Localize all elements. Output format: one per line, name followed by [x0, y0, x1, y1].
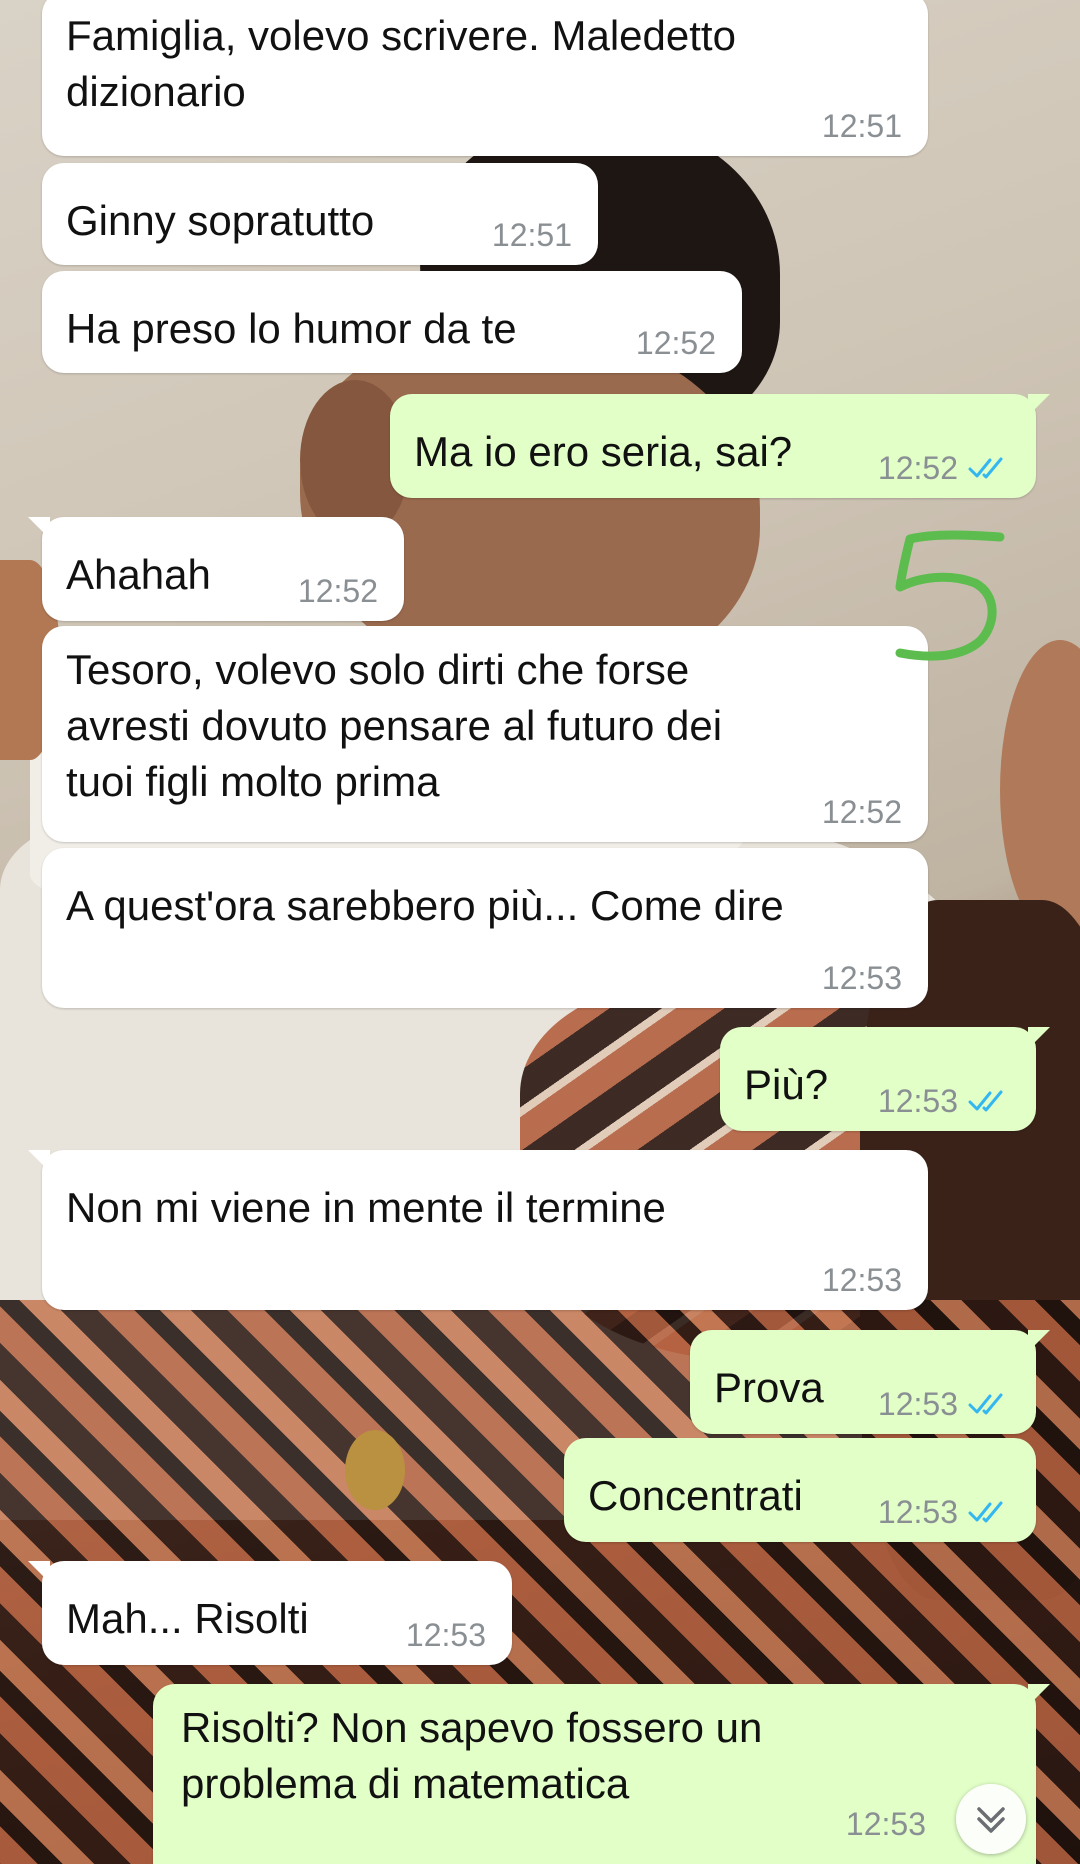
message-bubble-outgoing[interactable]: Concentrati 12:53: [564, 1438, 1036, 1542]
message-time: 12:53: [877, 1386, 958, 1422]
message-bubble-incoming[interactable]: Ha preso lo humor da te 12:52: [42, 271, 742, 373]
message-bubble-outgoing[interactable]: Risolti? Non sapevo fossero un problema …: [153, 1684, 1050, 1864]
wallpaper-shape: [1000, 640, 1080, 940]
message-bubble-outgoing[interactable]: Ma io ero seria, sai? 12:52: [390, 394, 1050, 498]
message-text: Famiglia, volevo scrivere. Maledetto diz…: [66, 12, 736, 115]
message-bubble-outgoing[interactable]: Prova 12:53: [690, 1330, 1050, 1434]
message-time: 12:52: [821, 794, 902, 830]
double-check-icon: [968, 1501, 1003, 1523]
message-bubble-incoming[interactable]: A quest'ora sarebbero più... Come dire 1…: [42, 848, 928, 1008]
message-text: A quest'ora sarebbero più... Come dire: [66, 882, 784, 929]
message-bubble-incoming[interactable]: Tesoro, volevo solo dirti che forse avre…: [42, 626, 928, 842]
message-time: 12:52: [297, 573, 378, 609]
message-bubble-incoming[interactable]: Ahahah 12:52: [28, 517, 404, 621]
double-check-icon: [968, 1393, 1003, 1415]
message-bubble-outgoing[interactable]: Più? 12:53: [720, 1027, 1050, 1131]
message-time: 12:53: [877, 1083, 958, 1119]
message-time: 12:52: [635, 325, 716, 361]
message-bubble-incoming[interactable]: Non mi viene in mente il termine 12:53: [28, 1150, 928, 1310]
double-chevron-down-icon: [977, 1807, 1005, 1833]
message-text: Risolti? Non sapevo fossero un problema …: [181, 1704, 763, 1807]
message-time: 12:51: [491, 217, 572, 253]
message-bubble-incoming[interactable]: Mah... Risolti 12:53: [28, 1561, 512, 1665]
wallpaper-shape: [345, 1430, 405, 1510]
message-bubble-incoming[interactable]: Famiglia, volevo scrivere. Maledetto diz…: [42, 0, 928, 156]
message-text: Tesoro, volevo solo dirti che forse avre…: [66, 646, 723, 805]
message-time: 12:52: [877, 450, 958, 486]
message-text: Non mi viene in mente il termine: [66, 1184, 666, 1231]
message-time: 12:51: [821, 108, 902, 144]
message-time: 12:53: [405, 1617, 486, 1653]
message-time: 12:53: [877, 1494, 958, 1530]
message-text: Ha preso lo humor da te: [66, 305, 517, 352]
scroll-to-bottom-button[interactable]: [956, 1784, 1026, 1854]
message-bubble-incoming[interactable]: Ginny sopratutto 12:51: [42, 163, 598, 265]
message-time: 12:53: [821, 1262, 902, 1298]
double-check-icon: [968, 1090, 1003, 1112]
message-time: 12:53: [821, 960, 902, 996]
handwritten-number-annotation: 5: [895, 530, 1005, 661]
message-time: 12:53: [845, 1806, 926, 1842]
double-check-icon: [968, 457, 1003, 479]
